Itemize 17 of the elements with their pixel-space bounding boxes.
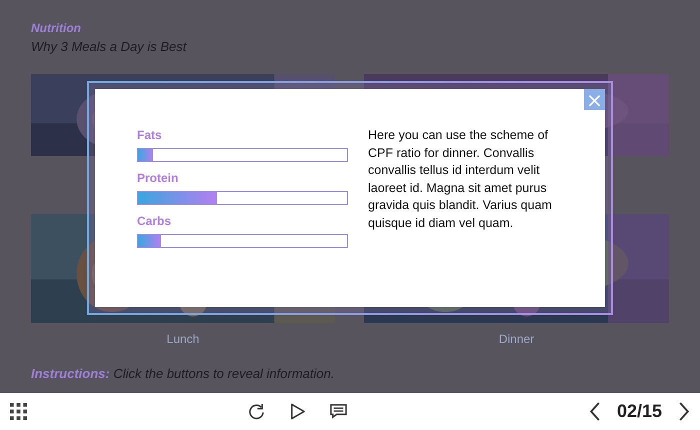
bar-label: Fats xyxy=(137,127,163,143)
bar-label: Protein xyxy=(137,170,180,186)
bar-label: Carbs xyxy=(137,213,172,229)
modal-text: Here you can use the scheme of CPF ratio for dinner. Convallis convallis tellus id interdum velit laoreet id. Magna sit amet purus gravida quis blandit. Varius quam quisque id diam vel quam. xyxy=(368,127,553,232)
comment-icon[interactable] xyxy=(330,403,348,420)
next-icon[interactable] xyxy=(678,402,690,421)
play-icon[interactable] xyxy=(289,403,306,420)
close-button[interactable]: × xyxy=(584,89,605,110)
replay-icon[interactable] xyxy=(248,403,266,420)
instructions-text: Instructions: Click the buttons to reveal information. xyxy=(31,366,336,382)
tile-label: Lunch xyxy=(166,332,200,346)
menu-icon[interactable] xyxy=(10,403,27,420)
tile-label: Dinner xyxy=(498,332,536,346)
slide-title: Why 3 Meals a Day is Best xyxy=(31,38,188,56)
page-counter: 02/15 xyxy=(616,401,662,422)
section-title: Nutrition xyxy=(31,20,82,36)
previous-icon[interactable] xyxy=(588,402,601,421)
